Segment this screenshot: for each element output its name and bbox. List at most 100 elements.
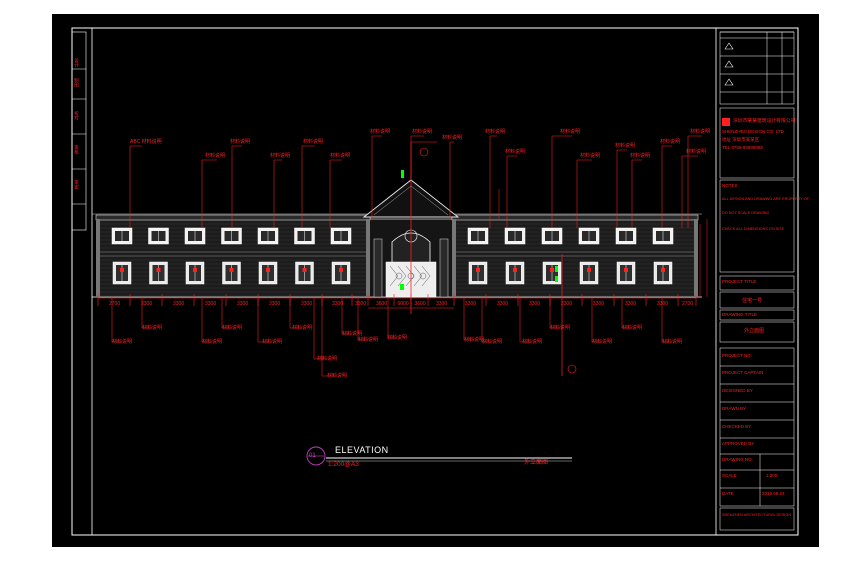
top-material-label: 材料说明	[230, 139, 251, 145]
bottom-material-label: 材料说明	[522, 339, 543, 345]
bottom-material-label: 材料说明	[464, 337, 485, 343]
bottom-material-label: 材料说明	[358, 337, 379, 343]
notes-line: CHECK ALL DIMENSIONS ON SITE	[722, 227, 785, 231]
bottom-material-label: 材料说明	[387, 335, 408, 341]
leader-line	[313, 297, 327, 360]
dimension-label: 3300	[593, 301, 605, 307]
left-strip-label: 设计	[74, 58, 80, 67]
field-label: CHECKED BY	[722, 424, 752, 429]
dimension-label: 3300	[561, 301, 573, 307]
drawing-title-label: DRAWING TITLE	[722, 312, 758, 317]
bottom-material-label: 材料说明	[202, 339, 223, 345]
field-label: DRAWING NO.	[722, 457, 753, 462]
dimension-label: 3300	[497, 301, 509, 307]
top-material-label: 材料说明	[690, 129, 711, 135]
company-line: SHENZHEN DESIGN CO. LTD	[722, 129, 784, 134]
top-material-label: 材料说明	[442, 135, 463, 141]
top-material-label: 材料说明	[660, 139, 681, 145]
bottom-material-label: 材料说明	[142, 325, 163, 331]
dimension-label: 3300	[205, 301, 217, 307]
leader-line	[341, 297, 352, 335]
leader-line	[549, 297, 560, 329]
pilaster	[366, 219, 370, 297]
project-label: PROJECT TITLE	[722, 279, 757, 284]
date-value: 2019.08.23	[762, 491, 785, 496]
bottom-material-label: 材料说明	[592, 339, 613, 345]
green-marker	[400, 284, 404, 290]
field-label: DESIGNED BY	[722, 388, 753, 393]
dimension-label: 3300	[529, 301, 541, 307]
revision-triangles	[724, 42, 734, 86]
field-label: PROJECT NO.	[722, 353, 753, 358]
dimension-label: 3300	[141, 301, 153, 307]
left-strip-label: 制图	[74, 78, 80, 87]
leader-line	[449, 141, 454, 219]
dimension-label: 3600	[376, 301, 388, 307]
top-material-label: 材料说明	[505, 149, 526, 155]
company-line: 深圳市某某建筑设计有限公司	[733, 119, 796, 124]
title-block-footer: SHENZHEN ARCHITECTURAL DESIGN	[722, 513, 792, 517]
top-material-label: 材料说明	[630, 153, 651, 159]
bottom-material-label: 材料说明	[292, 325, 313, 331]
dimension-label: 6000	[397, 301, 409, 307]
elevation-number: 01	[309, 453, 316, 459]
company-line: TEL 0755-88888888	[722, 145, 763, 150]
dimension-label: 3300	[237, 301, 249, 307]
notes-line: NOTES	[722, 183, 738, 188]
dimension-label: 3300	[332, 301, 344, 307]
leader-line	[221, 297, 232, 329]
dimension-label: 3300	[657, 301, 669, 307]
pilaster	[96, 219, 100, 297]
left-strip-label: 校对	[74, 111, 80, 120]
drawing-sheet: 2700 3300 3300 3300 3300 3300 3300 3300 3300 3600…	[52, 14, 819, 547]
bottom-material-label: 材料说明	[112, 339, 133, 345]
green-marker	[555, 276, 558, 282]
top-material-label: 材料说明	[330, 153, 351, 159]
company-logo-icon	[722, 118, 730, 126]
dimension-label: 3300	[465, 301, 477, 307]
top-material-label: 材料说明	[485, 129, 506, 135]
top-material-label: 材料说明	[580, 153, 601, 159]
leader-line	[321, 297, 337, 377]
dimension-label: 2700	[682, 301, 694, 307]
green-marker	[555, 266, 558, 272]
dimension-label: 3300	[436, 301, 448, 307]
dimension-label: 3300	[173, 301, 185, 307]
notes-line: ALL DESIGN AND DRAWING ARE PROPERTY OF	[722, 197, 810, 201]
leader-line	[387, 297, 397, 339]
elevation-drawing	[71, 27, 799, 536]
bottom-material-label: 材料说明	[222, 325, 243, 331]
top-material-label: 材料说明	[270, 153, 291, 159]
dimension-label: 3300	[355, 301, 367, 307]
field-label: SCALE	[722, 473, 737, 478]
dimension-label: 2700	[109, 301, 121, 307]
pilaster	[452, 219, 456, 297]
notes-line: DO NOT SCALE DRAWING	[722, 211, 770, 215]
green-marker	[401, 170, 404, 178]
leader-line	[481, 297, 492, 343]
dimension-label: 3300	[301, 301, 313, 307]
section-marker	[567, 364, 577, 374]
top-material-label: 材料说明	[615, 143, 636, 149]
field-label: PROJECT CAPTAIN	[722, 370, 764, 375]
top-material-label: 材料说明	[686, 149, 707, 155]
bottom-material-label: 材料说明	[327, 373, 348, 379]
dimension-label: 3300	[625, 301, 637, 307]
elevation-cn-title: 外立面图	[524, 460, 549, 466]
field-label: DRAWN BY	[722, 406, 747, 411]
dimension-label: 3600	[414, 301, 426, 307]
project-name: 住宅一号	[742, 298, 763, 304]
drawing-title: 外立面图	[744, 328, 765, 334]
section-marker	[419, 147, 429, 157]
left-strip-label: 审定	[74, 180, 80, 189]
top-material-label: 材料说明	[560, 129, 581, 135]
elevation-scale: 1:200@A3	[328, 461, 359, 468]
bottom-material-label: 材料说明	[262, 339, 283, 345]
bottom-material-label: 材料说明	[482, 339, 503, 345]
bottom-material-label: 材料说明	[622, 325, 643, 331]
bottom-material-label: 材料说明	[662, 339, 683, 345]
left-strip-label: 审核	[74, 145, 80, 154]
elevation-title: ELEVATION	[335, 445, 389, 455]
field-label: DATE	[722, 491, 734, 496]
field-label: APPROVED BY	[722, 441, 755, 446]
